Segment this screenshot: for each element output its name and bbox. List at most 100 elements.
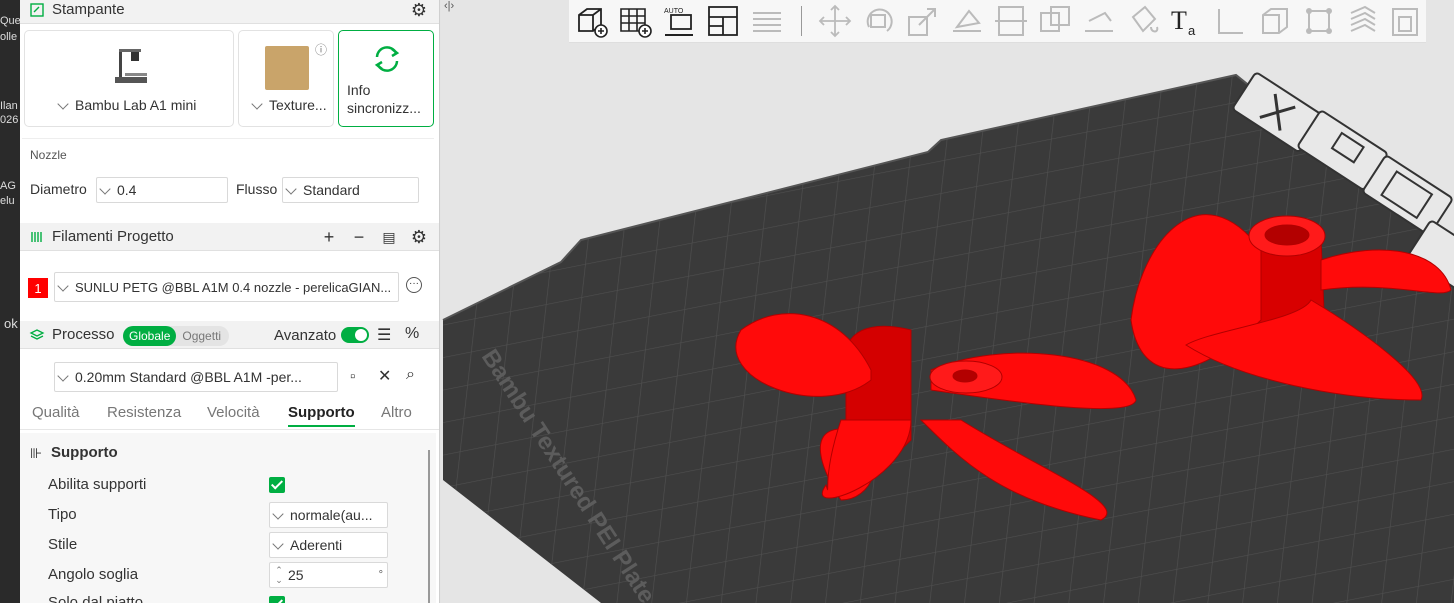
threshold-angle-spinner[interactable]: ⌃ ⌄ 25 ° [269,562,388,588]
printer-selector[interactable]: Bambu Lab A1 mini [24,30,234,127]
support-type-value: normale(au... [290,507,373,523]
spinner-arrows-icon[interactable]: ⌃ ⌄ [270,565,288,585]
lay-on-face-icon[interactable] [949,3,985,39]
filaments-section-header: Filamenti Progetto + − ▤ ⚙ [20,223,439,251]
save-icon[interactable]: ▫ [350,368,355,385]
diameter-label: Diametro [30,181,87,197]
desktop-text: Que [0,15,20,27]
printer-name: Bambu Lab A1 mini [75,97,197,113]
assembly-icon[interactable] [1257,3,1293,39]
filament-color-swatch[interactable]: 1 [28,278,48,298]
flow-value: Standard [303,182,360,198]
svg-text:T: T [1171,6,1187,35]
svg-text:a: a [1188,23,1196,38]
support-paint-icon[interactable] [1081,3,1117,39]
flow-dropdown[interactable]: Standard [282,177,419,203]
process-scope-toggle[interactable]: Globale Oggetti [123,326,229,346]
threshold-angle-label: Angolo soglia [48,566,139,583]
auto-orient-icon[interactable]: AUTO [661,3,697,39]
nozzle-section-label: Nozzle [30,148,67,162]
svg-text:AUTO: AUTO [664,8,684,15]
printer-icon [28,1,46,19]
threshold-angle-unit: ° [378,569,383,581]
add-icon[interactable]: + [320,227,338,247]
scope-global[interactable]: Globale [123,326,177,346]
process-section-title: Processo [52,326,115,343]
support-style-value: Aderenti [290,537,343,553]
plate-name: Texture... [269,97,327,113]
diameter-dropdown[interactable]: 0.4 [96,177,228,203]
process-tabs: Qualità Resistenza Velocità Supporto Alt… [20,400,439,430]
search-icon[interactable]: ⌕ [406,366,415,384]
printer-thumbnail-icon [115,49,147,83]
boolean-icon[interactable] [1037,3,1073,39]
variable-layer-height-icon[interactable] [1345,3,1381,39]
measure-icon[interactable] [1213,3,1249,39]
support-type-dropdown[interactable]: normale(au... [269,502,388,528]
cut-icon[interactable] [993,3,1029,39]
build-plate-scene: Bambu Textured PEI Plate [442,72,1454,603]
3d-viewport[interactable]: ‹|› Bambu Textured PEI Plate AUTO T a [441,0,1454,603]
printer-section-title: Stampante [52,1,125,18]
filament-dropdown[interactable]: SUNLU PETG @BBL A1M 0.4 nozzle - perelic… [54,272,399,302]
slice-all-icon[interactable] [1387,3,1423,39]
desktop-text: Ilan [0,100,18,112]
printer-settings-gear-icon[interactable]: ⚙ [410,0,428,20]
list-icon[interactable]: ☰ [377,325,391,345]
support-type-label: Tipo [48,506,77,523]
main-toolbar: AUTO Ta [569,0,1426,43]
filament-sync-icon[interactable]: ▤ [380,228,398,246]
advanced-label: Avanzato [274,327,337,344]
threshold-angle-value: 25 [288,567,304,583]
filament-settings-gear-icon[interactable]: ⚙ [410,227,428,247]
diameter-value: 0.4 [117,182,137,198]
percent-icon[interactable]: % [405,325,419,343]
plate-only-checkbox[interactable] [269,596,285,603]
scrollbar[interactable] [428,450,430,603]
close-icon[interactable]: ✕ [378,366,391,386]
filaments-section-title: Filamenti Progetto [52,228,174,245]
desktop-text: ok [4,316,18,331]
more-options-icon[interactable]: ··· [406,277,422,293]
scale-icon[interactable] [905,3,941,39]
tab-support[interactable]: Supporto [288,404,355,427]
filament-name: SUNLU PETG @BBL A1M 0.4 nozzle - perelic… [75,279,392,295]
arrange-icon[interactable] [705,3,741,39]
info-icon[interactable]: ⓘ [315,41,327,58]
advanced-switch[interactable] [341,327,369,343]
text-icon[interactable]: Ta [1169,3,1205,39]
support-style-label: Stile [48,536,78,553]
tab-strength[interactable]: Resistenza [107,404,181,421]
remove-icon[interactable]: − [350,227,368,247]
tab-other[interactable]: Altro [381,404,412,421]
desktop-text: AG [0,180,16,192]
color-paint-icon[interactable] [1125,3,1161,39]
add-object-icon[interactable] [573,3,609,39]
desktop-text: elu [0,195,15,207]
enable-support-checkbox[interactable] [269,477,285,493]
enable-support-label: Abilita supporti [48,476,147,493]
sync-label-line2: sincronizz... [347,100,421,116]
process-profile-dropdown[interactable]: 0.20mm Standard @BBL A1M -per... [54,362,338,392]
tab-quality[interactable]: Qualità [32,404,80,421]
process-layers-icon [28,326,46,344]
toolbar-divider [801,6,802,36]
support-style-dropdown[interactable]: Aderenti [269,532,388,558]
plate-type-selector[interactable]: ⓘ Texture... [238,30,334,127]
flow-label: Flusso [236,181,278,197]
rotate-icon[interactable] [861,3,897,39]
move-icon[interactable] [817,3,853,39]
printer-section-header: Stampante ⚙ [20,0,439,24]
desktop-text: 026 [0,114,19,126]
tab-speed[interactable]: Velocità [207,404,260,421]
sync-label-line1: Info [347,82,371,98]
plate-only-label: Solo dal piatto [48,594,144,603]
desktop-text: olle [0,31,18,43]
desktop-strip: Que olle Ilan 026 AG elu ok [0,0,20,603]
split-icon[interactable] [749,3,785,39]
scope-objects[interactable]: Oggetti [176,329,227,343]
brim-ears-icon[interactable] [1301,3,1337,39]
sync-info-button[interactable]: Info sincronizz... [338,30,434,127]
support-group-icon: ⊪ [30,445,43,461]
add-plate-icon[interactable] [617,3,653,39]
